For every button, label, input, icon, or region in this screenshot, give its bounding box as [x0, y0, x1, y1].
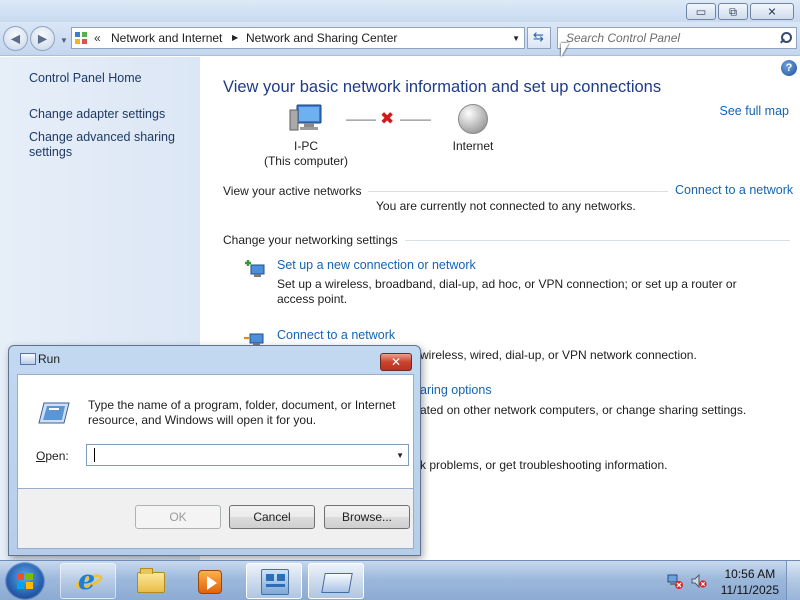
search-icon[interactable]: [779, 32, 792, 44]
network-status-text: You are currently not connected to any n…: [376, 199, 636, 213]
back-button[interactable]: ◀: [3, 26, 28, 51]
disconnected-x-icon: ✖: [380, 109, 395, 129]
change-adapter-settings-link[interactable]: Change adapter settings: [29, 107, 194, 122]
refresh-icon: ⇆: [533, 30, 544, 45]
window-titlebar: ▭ ⧉ ✕: [0, 0, 800, 22]
change-advanced-sharing-settings-link[interactable]: Change advanced sharing settings: [29, 130, 194, 160]
taskbar-internet-explorer[interactable]: e: [60, 563, 116, 599]
run-close-button[interactable]: ✕: [380, 353, 412, 371]
taskbar-windows-explorer[interactable]: [122, 563, 178, 599]
run-body: Type the name of a program, folder, docu…: [17, 374, 414, 489]
search-input[interactable]: [558, 28, 768, 48]
page-title: View your basic network information and …: [223, 78, 662, 96]
run-title: Run: [38, 352, 61, 366]
control-panel-home-link[interactable]: Control Panel Home: [29, 71, 194, 86]
windows-logo-icon: [17, 573, 33, 589]
sharing-options-link[interactable]: aring options: [420, 383, 492, 397]
open-label: Open:: [36, 449, 69, 463]
active-networks-heading: View your active networks: [223, 184, 362, 198]
connect-to-network-task-link[interactable]: Connect to a network: [277, 328, 395, 342]
computer-icon: [289, 104, 323, 134]
network-disconnected-icon[interactable]: [667, 573, 683, 589]
connection-line-right: [400, 119, 431, 121]
refresh-button[interactable]: ⇆: [527, 27, 551, 49]
close-icon: ✕: [767, 5, 777, 18]
troubleshoot-desc: k problems, or get troubleshooting infor…: [420, 458, 668, 472]
volume-muted-icon[interactable]: [691, 573, 707, 589]
help-icon[interactable]: ?: [781, 60, 797, 76]
search-box[interactable]: [557, 27, 797, 49]
computer-name: I-PC: [294, 139, 318, 153]
setup-new-connection-desc: Set up a wireless, broadband, dial-up, a…: [277, 277, 737, 306]
active-networks-divider: [368, 191, 668, 192]
mouse-cursor-icon: [561, 43, 569, 57]
this-computer-node[interactable]: I-PC (This computer): [258, 139, 354, 169]
run-window-icon: [20, 353, 36, 365]
caption-buttons: ▭ ⧉ ✕: [684, 3, 794, 20]
folder-icon: [137, 568, 165, 593]
change-settings-heading: Change your networking settings: [223, 233, 398, 247]
breadcrumb-overflow-chevron[interactable]: «: [94, 31, 101, 45]
open-label-text: pen:: [45, 449, 69, 463]
run-dialog: Run ✕ Type the name of a program, folder…: [8, 345, 421, 556]
connect-to-network-desc: wireless, wired, dial-up, or VPN network…: [420, 348, 697, 362]
forward-arrow-icon: ▶: [37, 31, 48, 46]
network-control-panel-icon: [261, 569, 289, 595]
change-settings-divider: [405, 240, 790, 241]
notification-area: 10:56 AM 11/11/2025: [660, 561, 800, 600]
address-bar[interactable]: « Network and Internet ▶ Network and Sha…: [71, 27, 525, 49]
run-program-icon: [38, 401, 70, 425]
run-description: Type the name of a program, folder, docu…: [88, 398, 396, 427]
minimize-button[interactable]: ▭: [686, 3, 716, 20]
open-label-accelerator: O: [36, 449, 46, 463]
computer-caption: (This computer): [263, 154, 349, 168]
recent-pages-dropdown-icon[interactable]: ▼: [60, 36, 68, 45]
ok-button[interactable]: OK: [135, 505, 221, 529]
start-button[interactable]: [5, 562, 45, 600]
internet-label: Internet: [452, 139, 494, 153]
clock-date: 11/11/2025: [720, 583, 779, 597]
sharing-options-desc: ated on other network computers, or chan…: [420, 403, 747, 417]
clock-time: 10:56 AM: [724, 567, 776, 581]
media-player-icon: [198, 570, 222, 594]
setup-new-connection-link[interactable]: Set up a new connection or network: [277, 258, 476, 272]
connect-to-network-link[interactable]: Connect to a network: [675, 183, 793, 197]
chevron-down-icon[interactable]: ▼: [396, 451, 404, 460]
text-caret: [94, 448, 95, 462]
close-window-button[interactable]: ✕: [750, 3, 794, 20]
address-history-dropdown-icon[interactable]: ▼: [512, 34, 520, 43]
internet-node[interactable]: Internet: [445, 139, 501, 154]
navigation-bar: ◀ ▶ ▼ « Network and Internet ▶ Network a…: [0, 22, 800, 56]
new-connection-icon: [243, 258, 267, 280]
run-button-bar: OK Cancel Browse...: [17, 489, 414, 549]
taskbar: e 10:56 AM 11/11/2025: [0, 560, 800, 600]
restore-icon: ⧉: [729, 5, 737, 18]
clock[interactable]: 10:56 AM 11/11/2025: [721, 566, 779, 598]
run-icon: [321, 573, 353, 593]
browse-button[interactable]: Browse...: [324, 505, 410, 529]
open-combobox[interactable]: ▼: [86, 444, 409, 466]
taskbar-media-player[interactable]: [182, 563, 238, 599]
back-arrow-icon: ◀: [10, 31, 21, 46]
minimize-icon: ▭: [695, 5, 707, 18]
close-icon: ✕: [390, 355, 402, 369]
restore-button[interactable]: ⧉: [718, 3, 748, 20]
control-panel-icon: [75, 32, 89, 45]
internet-globe-icon: [458, 104, 488, 134]
internet-explorer-icon: e: [73, 565, 105, 596]
connection-line-left: [346, 119, 376, 121]
taskbar-run[interactable]: [308, 563, 364, 599]
see-full-map-link[interactable]: See full map: [720, 104, 789, 118]
forward-button[interactable]: ▶: [30, 26, 55, 51]
taskbar-network-sharing-center[interactable]: [246, 563, 302, 599]
breadcrumb-separator-icon[interactable]: ▶: [232, 33, 238, 42]
breadcrumb-network-and-internet[interactable]: Network and Internet: [111, 31, 222, 45]
breadcrumb-network-and-sharing-center[interactable]: Network and Sharing Center: [246, 31, 397, 45]
run-titlebar[interactable]: Run ✕: [9, 346, 420, 372]
cancel-button[interactable]: Cancel: [229, 505, 315, 529]
show-desktop-button[interactable]: [786, 561, 800, 600]
open-input[interactable]: [87, 445, 387, 465]
